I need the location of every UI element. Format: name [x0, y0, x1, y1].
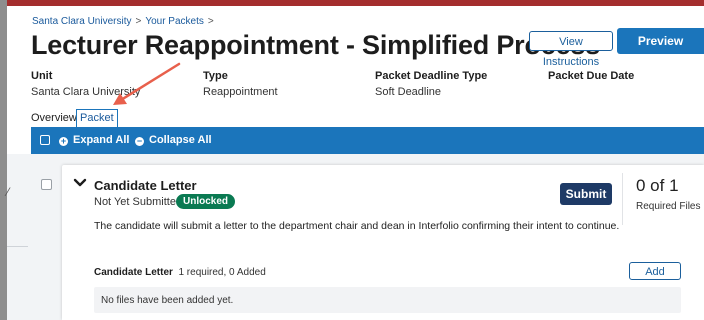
page-title: Lecturer Reappointment - Simplified Proc…: [31, 30, 601, 60]
minus-circle-icon: −: [135, 136, 144, 146]
tab-packet[interactable]: Packet: [76, 109, 118, 133]
section-title: Candidate Letter: [94, 178, 197, 193]
divider: [622, 173, 623, 225]
window-left-border: [0, 0, 7, 320]
deadline-type-label: Packet Deadline Type: [375, 70, 488, 82]
expand-all-button[interactable]: + Expand All: [59, 134, 129, 146]
add-file-button[interactable]: Add: [629, 262, 681, 280]
breadcrumb-separator: >: [207, 16, 214, 27]
annotation-arrow-icon: [113, 62, 181, 105]
required-files-label: Required Files: [636, 201, 701, 212]
tab-overview[interactable]: Overview: [31, 112, 77, 124]
type-label: Type: [203, 70, 228, 82]
plus-circle-icon: +: [59, 136, 68, 146]
due-date-label: Packet Due Date: [548, 70, 635, 82]
breadcrumb-separator: >: [135, 16, 142, 27]
select-all-checkbox[interactable]: [40, 135, 50, 145]
window-top-border: [0, 0, 704, 6]
type-value: Reappointment: [203, 86, 278, 98]
unit-label: Unit: [31, 70, 53, 82]
breadcrumb-link-university[interactable]: Santa Clara University: [32, 16, 131, 27]
breadcrumb: Santa Clara University > Your Packets >: [32, 16, 218, 27]
view-instructions-button[interactable]: View Instructions: [529, 31, 613, 68]
collapse-all-button[interactable]: − Collapse All: [135, 134, 212, 146]
requirement-label: Candidate Letter 1 required, 0 Added: [94, 267, 266, 278]
side-marker-icon: ⁄: [7, 185, 10, 199]
requirement-detail: 1 required, 0 Added: [178, 267, 266, 278]
expand-all-label: Expand All: [73, 134, 130, 146]
submit-button[interactable]: Submit: [560, 183, 612, 205]
required-files-count: 0 of 1: [636, 176, 679, 195]
status-badge: Unlocked: [176, 194, 236, 209]
chevron-down-icon[interactable]: [73, 178, 87, 188]
section-status: Not Yet Submitted: [94, 196, 183, 208]
empty-files-message: No files have been added yet.: [101, 295, 234, 306]
breadcrumb-link-your-packets[interactable]: Your Packets: [145, 16, 204, 27]
section-checkbox[interactable]: [41, 179, 52, 190]
packet-toolbar: + Expand All − Collapse All: [31, 127, 704, 154]
section-description: The candidate will submit a letter to th…: [94, 220, 620, 232]
collapse-all-label: Collapse All: [149, 134, 212, 146]
side-divider: [7, 246, 28, 247]
preview-packet-button[interactable]: Preview Packet: [617, 28, 704, 74]
requirement-name: Candidate Letter: [94, 267, 173, 278]
deadline-type-value: Soft Deadline: [375, 86, 442, 98]
